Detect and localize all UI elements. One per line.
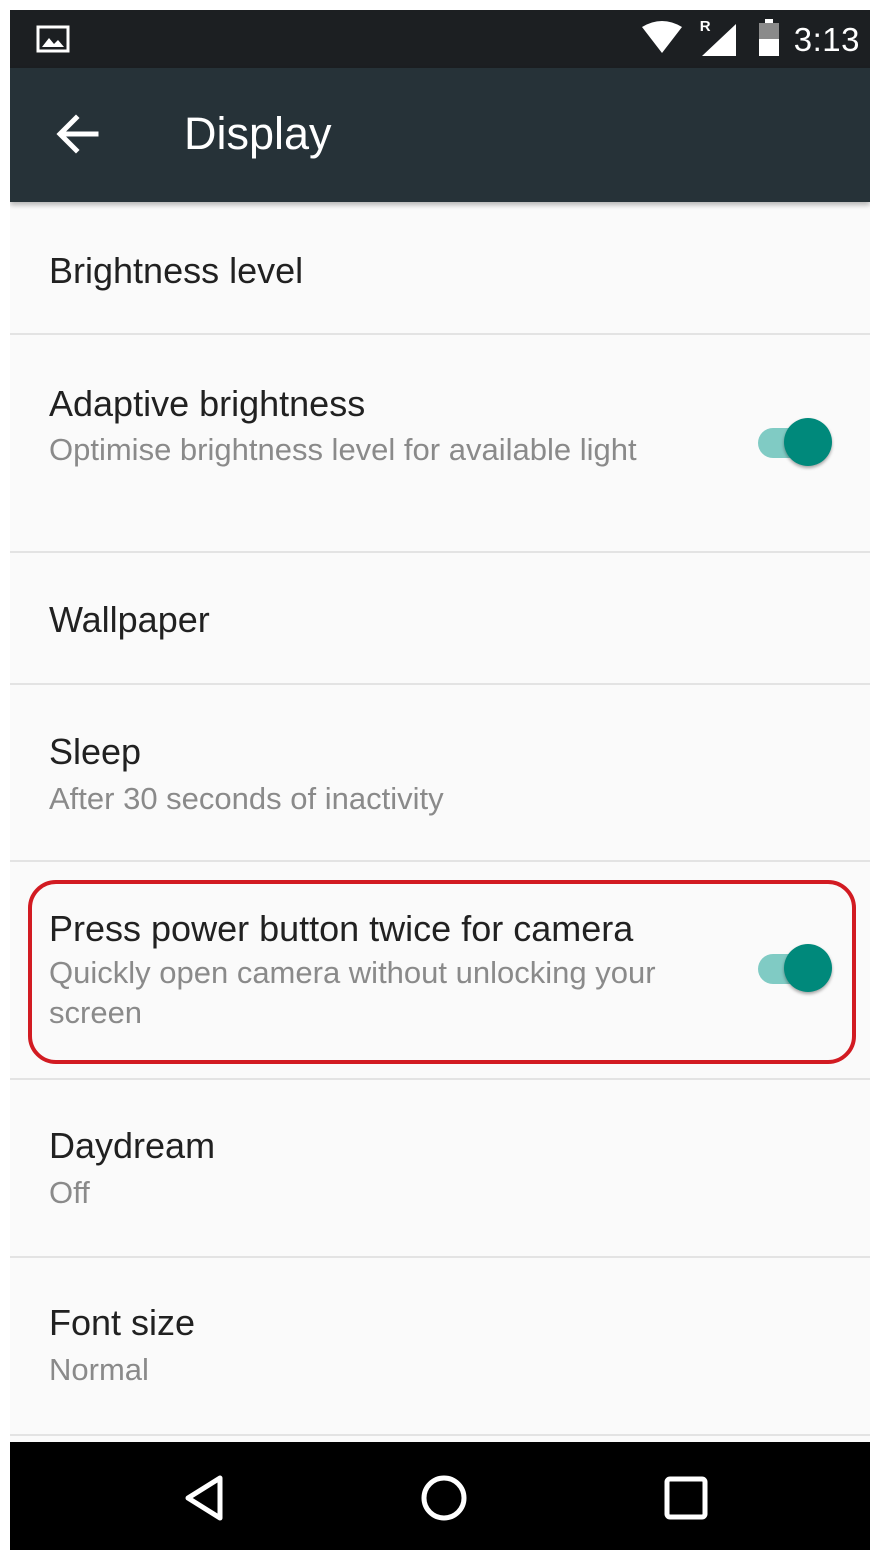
setting-adaptive-brightness[interactable]: Adaptive brightness Optimise brightness … — [10, 335, 870, 553]
setting-summary: Normal — [49, 1352, 149, 1387]
phone-screen: R 3:13 Display Brightness level Adaptive… — [10, 10, 870, 1550]
setting-brightness-level[interactable]: Brightness level — [10, 202, 870, 335]
nav-home-button[interactable] — [414, 1468, 474, 1528]
setting-title: Adaptive brightness — [49, 383, 366, 424]
home-circle-icon — [421, 1475, 467, 1521]
setting-daydream[interactable]: Daydream Off — [10, 1080, 870, 1258]
app-bar: Display — [10, 68, 870, 202]
setting-title: Sleep — [49, 731, 142, 772]
nav-recents-button[interactable] — [656, 1468, 716, 1528]
settings-list: Brightness level Adaptive brightness Opt… — [10, 202, 870, 1436]
toggle-thumb — [784, 418, 832, 466]
page-title: Display — [184, 108, 332, 159]
setting-title: Wallpaper — [49, 599, 210, 640]
setting-title: Daydream — [49, 1125, 216, 1166]
setting-font-size[interactable]: Font size Normal — [10, 1258, 870, 1436]
roaming-label: R — [699, 18, 711, 35]
nav-back-button[interactable] — [174, 1468, 234, 1528]
setting-wallpaper[interactable]: Wallpaper — [10, 553, 870, 685]
recents-square-icon — [664, 1476, 708, 1520]
setting-title: Brightness level — [49, 250, 304, 291]
arrow-back-icon — [56, 114, 99, 154]
status-clock: 3:13 — [793, 21, 860, 58]
setting-sleep[interactable]: Sleep After 30 seconds of inactivity — [10, 685, 870, 862]
gallery-notification-icon — [36, 25, 70, 53]
setting-summary: Quickly open camera without unlocking yo… — [49, 955, 656, 1030]
roaming-signal-icon: R — [698, 18, 738, 58]
battery-icon — [758, 18, 780, 62]
wifi-icon — [640, 20, 684, 60]
setting-title: Press power button twice for camera — [49, 908, 634, 949]
setting-summary: Optimise brightness level for available … — [49, 432, 637, 467]
toggle-thumb — [784, 944, 832, 992]
adaptive-brightness-toggle[interactable] — [754, 414, 834, 470]
power-button-camera-toggle[interactable] — [754, 940, 834, 996]
setting-power-button-camera[interactable]: Press power button twice for camera Quic… — [10, 862, 870, 1080]
back-button[interactable] — [50, 106, 106, 162]
back-triangle-icon — [185, 1475, 223, 1521]
setting-summary: After 30 seconds of inactivity — [49, 781, 444, 816]
navigation-bar — [10, 1442, 870, 1550]
status-bar: R 3:13 — [10, 10, 870, 68]
setting-title: Font size — [49, 1302, 196, 1343]
setting-summary: Off — [49, 1175, 90, 1210]
